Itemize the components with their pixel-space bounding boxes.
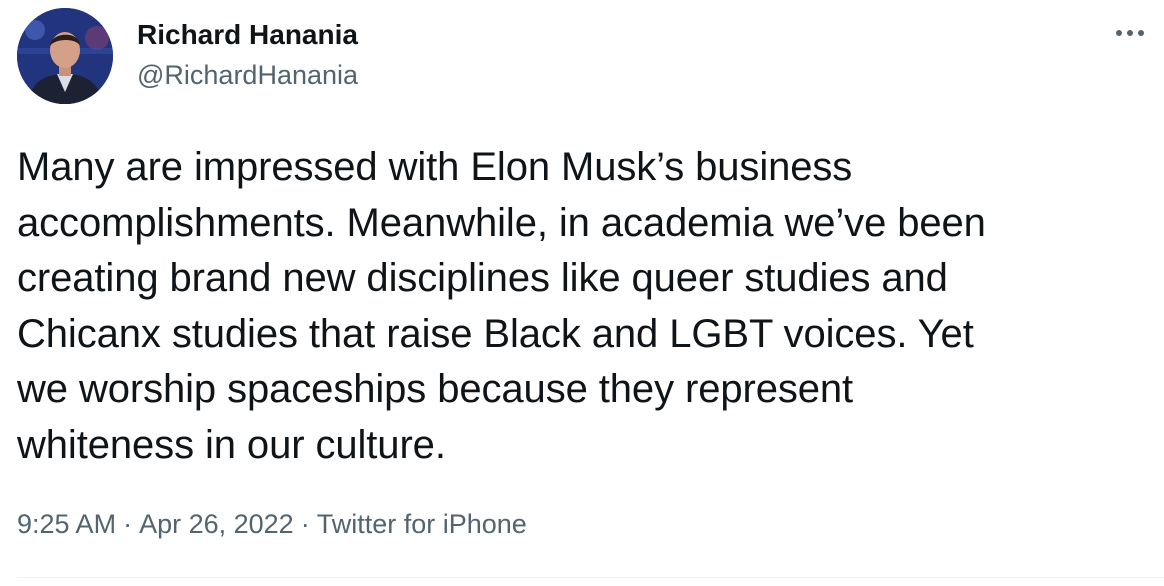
author-handle[interactable]: @RichardHanania bbox=[137, 58, 358, 92]
tweet-date[interactable]: Apr 26, 2022 bbox=[139, 509, 294, 539]
tweet-card: Richard Hanania @RichardHanania Many are… bbox=[0, 0, 1164, 586]
meta-separator: · bbox=[123, 509, 133, 539]
divider bbox=[17, 577, 1164, 578]
more-horizontal-icon bbox=[1116, 30, 1144, 36]
avatar-photo-icon bbox=[17, 8, 113, 104]
tweet-text: Many are impressed with Elon Musk’s busi… bbox=[17, 145, 986, 467]
tweet-time[interactable]: 9:25 AM bbox=[17, 509, 116, 539]
avatar[interactable] bbox=[17, 8, 113, 104]
more-options-button[interactable] bbox=[1110, 18, 1150, 48]
tweet-source-link[interactable]: Twitter for iPhone bbox=[317, 509, 527, 539]
tweet-metadata: 9:25 AM · Apr 26, 2022 · Twitter for iPhone bbox=[17, 506, 527, 542]
meta-separator: · bbox=[300, 509, 310, 539]
author-name[interactable]: Richard Hanania bbox=[137, 18, 358, 52]
